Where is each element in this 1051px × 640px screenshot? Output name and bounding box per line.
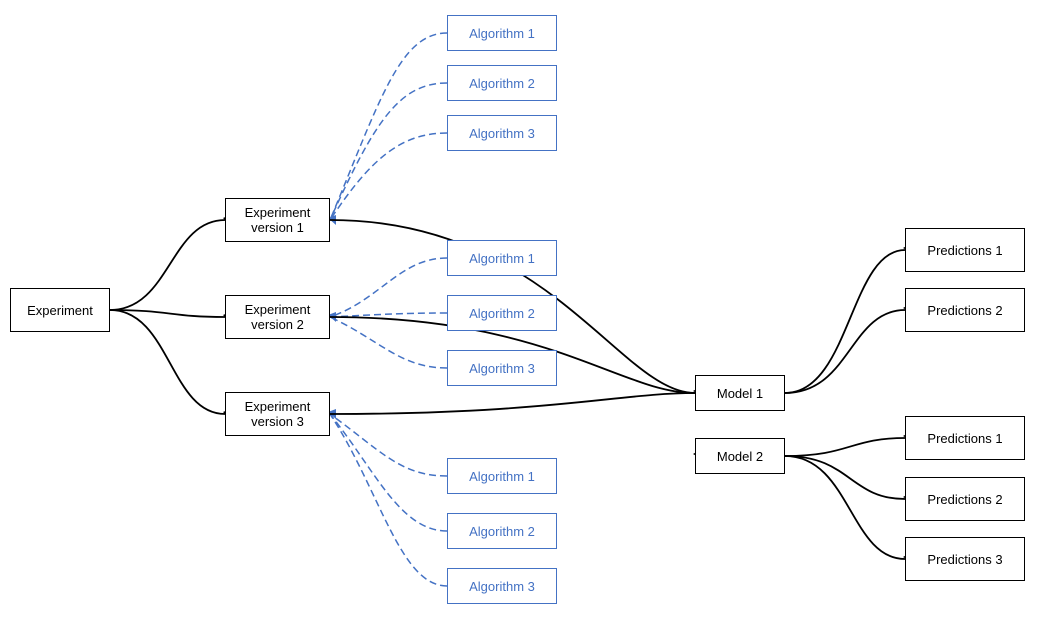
pred3-m2-node: Predictions 3 — [905, 537, 1025, 581]
exp-v2-node: Experimentversion 2 — [225, 295, 330, 339]
pred1-m2-node: Predictions 1 — [905, 416, 1025, 460]
alg3-bot-node: Algorithm 3 — [447, 568, 557, 604]
pred1-m1-node: Predictions 1 — [905, 228, 1025, 272]
pred2-m1-node: Predictions 2 — [905, 288, 1025, 332]
alg2-top-node: Algorithm 2 — [447, 65, 557, 101]
alg1-top-node: Algorithm 1 — [447, 15, 557, 51]
alg1-mid-node: Algorithm 1 — [447, 240, 557, 276]
exp-v3-node: Experimentversion 3 — [225, 392, 330, 436]
alg3-top-node: Algorithm 3 — [447, 115, 557, 151]
model1-node: Model 1 — [695, 375, 785, 411]
alg1-bot-node: Algorithm 1 — [447, 458, 557, 494]
alg2-mid-node: Algorithm 2 — [447, 295, 557, 331]
model2-node: Model 2 — [695, 438, 785, 474]
alg2-bot-node: Algorithm 2 — [447, 513, 557, 549]
experiment-node: Experiment — [10, 288, 110, 332]
pred2-m2-node: Predictions 2 — [905, 477, 1025, 521]
alg3-mid-node: Algorithm 3 — [447, 350, 557, 386]
exp-v1-node: Experimentversion 1 — [225, 198, 330, 242]
